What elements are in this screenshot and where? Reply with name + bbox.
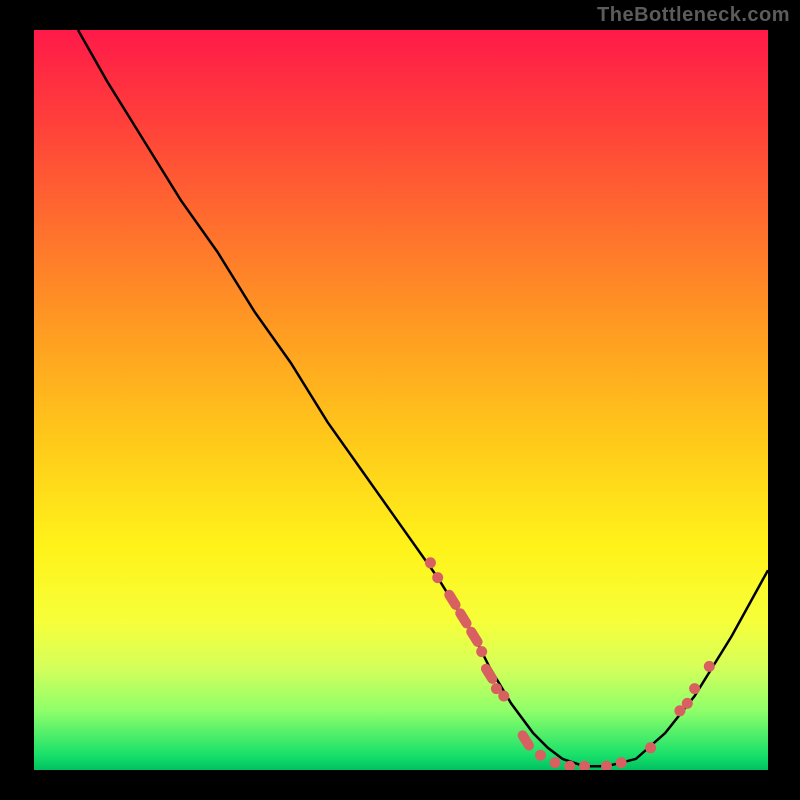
plot-area — [34, 30, 768, 770]
marker-dot — [579, 761, 590, 770]
bottleneck-curve — [78, 30, 768, 766]
marker-dot — [682, 698, 693, 709]
marker-dot — [704, 661, 715, 672]
curve-svg — [34, 30, 768, 770]
attribution-label: TheBottleneck.com — [597, 4, 790, 27]
marker-dot — [689, 683, 700, 694]
marker-dot — [616, 757, 627, 768]
chart-stage: TheBottleneck.com — [0, 0, 800, 800]
marker-lozenge — [464, 625, 484, 649]
marker-dot — [535, 750, 546, 761]
marker-dot — [601, 761, 612, 770]
marker-dot — [645, 742, 656, 753]
marker-dot — [498, 691, 509, 702]
marker-dot — [425, 557, 436, 568]
marker-dot — [550, 757, 561, 768]
marker-group — [425, 557, 715, 770]
marker-dot — [476, 646, 487, 657]
marker-lozenge — [479, 662, 499, 686]
marker-dot — [432, 572, 443, 583]
